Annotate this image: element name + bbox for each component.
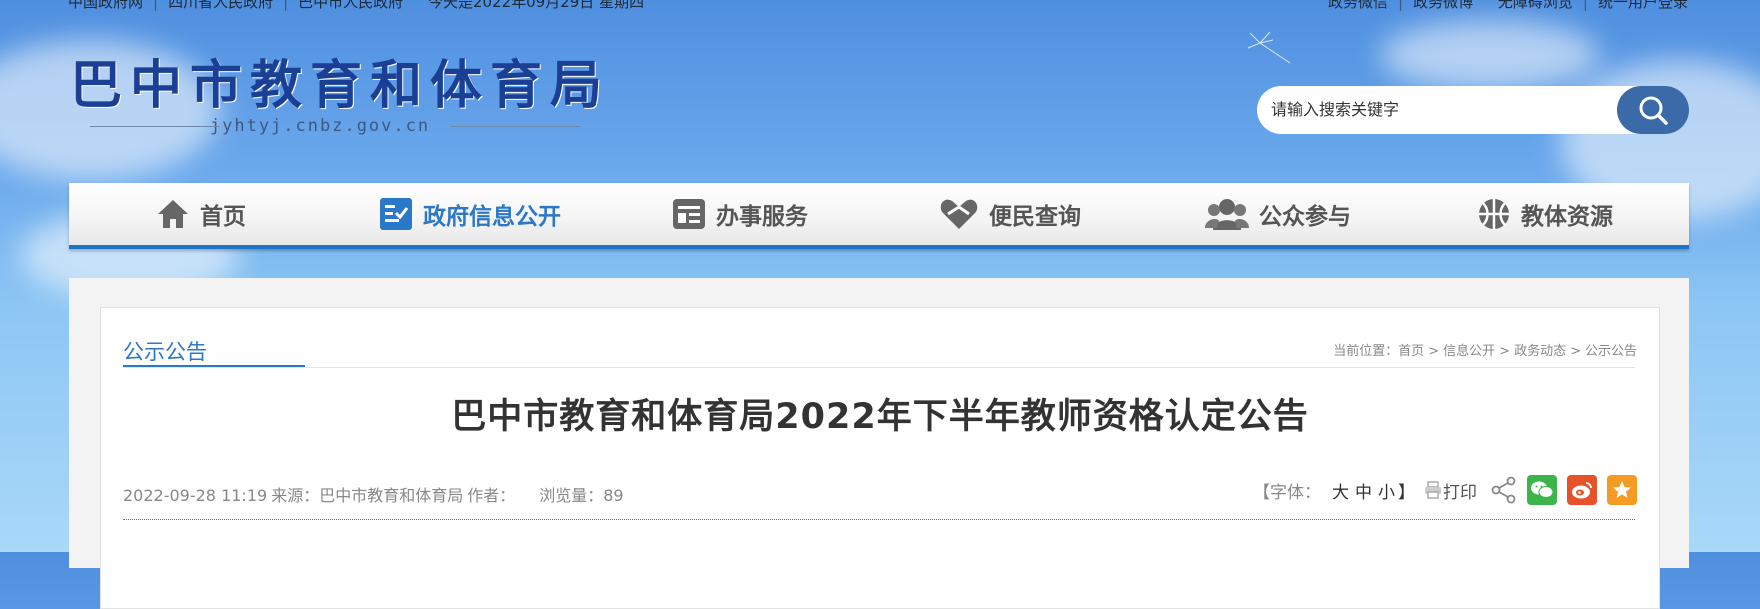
nav-item-convenience[interactable]: 便民查询 — [939, 183, 1081, 245]
font-size-medium[interactable]: 中 — [1355, 478, 1372, 503]
print-label: 打印 — [1443, 482, 1477, 503]
link-accessibility[interactable]: 无障碍浏览 — [1498, 0, 1573, 11]
nav-item-services[interactable]: 办事服务 — [672, 183, 808, 245]
author-label: 作者： — [467, 486, 516, 505]
people-icon — [1205, 197, 1249, 231]
breadcrumb-separator: > — [1570, 344, 1581, 359]
top-utility-bar: 中国政府网 | 四川省人民政府 | 巴中市人民政府 今天是2022年09月29日 星期四… — [0, 0, 1760, 12]
nav-item-participation[interactable]: 公众参与 — [1205, 183, 1351, 245]
article-panel: 公示公告 当前位置：首页 > 信息公开 > 政务动态 > 公示公告 巴中市教育和体育局202… — [100, 307, 1660, 609]
star-icon — [1613, 481, 1631, 498]
link-weibo[interactable]: 政务微博 — [1413, 0, 1473, 11]
share-button[interactable] — [1491, 476, 1517, 504]
link-wechat[interactable]: 政务微信 — [1328, 0, 1388, 11]
nav-label: 首页 — [200, 204, 246, 230]
breadcrumb-current[interactable]: 公示公告 — [1585, 344, 1637, 359]
breadcrumb-separator: > — [1499, 344, 1511, 359]
site-name: 巴中市教育和体育局 — [70, 55, 611, 116]
views-count: 89 — [603, 486, 624, 505]
font-size-close: 】 — [1398, 482, 1415, 503]
nav-label: 便民查询 — [989, 204, 1081, 230]
column-title-underline — [123, 365, 305, 367]
nav-label: 教体资源 — [1521, 204, 1613, 230]
breadcrumb: 当前位置：首页 > 信息公开 > 政务动态 > 公示公告 — [1333, 340, 1637, 359]
breadcrumb-home[interactable]: 首页 — [1398, 344, 1424, 359]
breadcrumb-news[interactable]: 政务动态 — [1514, 344, 1566, 359]
share-weibo-button[interactable] — [1567, 475, 1597, 505]
separator: | — [1398, 0, 1404, 11]
share-wechat-button[interactable] — [1527, 475, 1557, 505]
breadcrumb-info[interactable]: 信息公开 — [1443, 344, 1495, 359]
top-right-links: 政务微信 | 政务微博 无障碍浏览 | 统一用户登录 — [1328, 0, 1688, 12]
gov-info-icon — [379, 197, 413, 231]
today-date: 今天是2022年09月29日 星期四 — [427, 0, 645, 11]
weibo-icon — [1572, 482, 1592, 499]
site-logo[interactable]: 巴中市教育和体育局 jyhtyj.cnbz.gov.cn — [70, 55, 611, 137]
separator — [413, 0, 418, 11]
column-title: 公示公告 — [123, 340, 207, 364]
article-meta: 2022-09-28 11:19 来源：巴中市教育和体育局 作者： 浏览量：89 — [123, 482, 628, 506]
search-box — [1257, 86, 1689, 136]
breadcrumb-prefix: 当前位置： — [1333, 344, 1399, 359]
nav-label: 政府信息公开 — [423, 204, 561, 230]
publish-datetime: 2022-09-28 11:19 — [123, 486, 268, 505]
wechat-icon — [1531, 481, 1553, 498]
main-nav: 首页 政府信息公开 办事服务 便民查询 公众参与 教体资源 — [69, 183, 1689, 249]
top-left-links: 中国政府网 | 四川省人民政府 | 巴中市人民政府 今天是2022年09月29日 星期四 — [68, 0, 644, 12]
service-icon — [672, 197, 706, 231]
favorite-button[interactable] — [1607, 475, 1637, 505]
home-icon — [156, 197, 190, 231]
content-area: 公示公告 当前位置：首页 > 信息公开 > 政务动态 > 公示公告 巴中市教育和体育局202… — [69, 278, 1689, 609]
printer-icon — [1425, 481, 1441, 499]
dandelion-icon — [1247, 31, 1291, 64]
separator: | — [1582, 0, 1588, 11]
divider — [123, 367, 1635, 368]
meta-divider — [123, 519, 1635, 520]
separator: | — [153, 0, 159, 11]
cloud-decoration — [1380, 20, 1600, 90]
print-button[interactable]: 打印 — [1423, 478, 1477, 503]
share-icon — [1491, 476, 1516, 504]
link-central-gov[interactable]: 中国政府网 — [68, 0, 143, 11]
nav-item-home[interactable]: 首页 — [156, 183, 246, 245]
nav-label: 办事服务 — [716, 204, 808, 230]
link-user-login[interactable]: 统一用户登录 — [1598, 0, 1688, 11]
link-bazhong-gov[interactable]: 巴中市人民政府 — [298, 0, 403, 11]
font-size-large[interactable]: 大 — [1332, 478, 1349, 503]
source-value: 巴中市教育和体育局 — [319, 486, 464, 505]
nav-item-gov-info[interactable]: 政府信息公开 — [379, 183, 561, 245]
site-domain: jyhtyj.cnbz.gov.cn — [70, 116, 580, 136]
separator: | — [283, 0, 289, 11]
breadcrumb-separator: > — [1428, 344, 1440, 359]
search-input[interactable] — [1269, 86, 1603, 136]
font-size-small[interactable]: 小 — [1378, 478, 1395, 503]
article-title: 巴中市教育和体育局2022年下半年教师资格认定公告 — [451, 397, 1309, 437]
link-sichuan-gov[interactable]: 四川省人民政府 — [168, 0, 273, 11]
separator — [1483, 0, 1488, 11]
font-size-label: 【字体： — [1253, 482, 1321, 503]
nav-label: 公众参与 — [1259, 204, 1351, 230]
source-label: 来源： — [271, 486, 320, 505]
nav-item-resources[interactable]: 教体资源 — [1477, 183, 1613, 245]
search-button[interactable] — [1617, 86, 1689, 134]
views-label: 浏览量： — [539, 486, 604, 505]
heart-hand-icon — [939, 197, 979, 231]
article-tools: 【字体： 大 中 小 】 打印 — [1253, 474, 1637, 506]
search-icon — [1639, 96, 1668, 125]
ball-icon — [1477, 197, 1511, 231]
